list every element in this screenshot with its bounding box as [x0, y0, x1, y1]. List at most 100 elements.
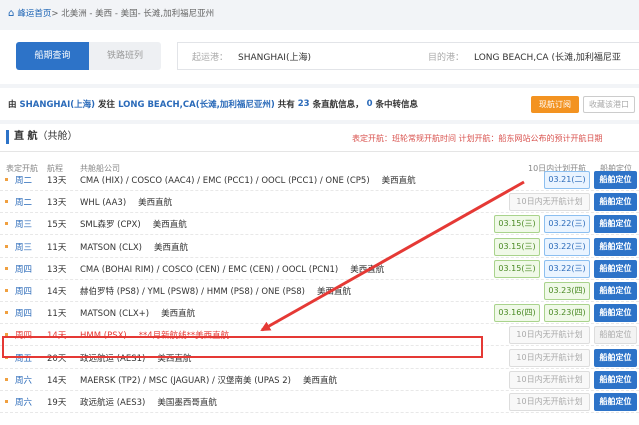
- row-duration: 19天: [47, 398, 67, 408]
- locate-ship-button[interactable]: 船舶定位: [594, 304, 637, 323]
- row-carrier-list: 政远航运 (AES1): [80, 353, 146, 364]
- table-row: 周四 11天 MATSON (CLX+) 美西直航 03.16(四) 03.23(四) 船舶…: [0, 302, 639, 325]
- row-route-tag: 美西直航: [157, 353, 192, 364]
- row-bullet-icon: [5, 289, 8, 292]
- section-title: 直 航（共舱）: [6, 130, 77, 144]
- summary-destination: LONG BEACH,CA(长滩,加利福尼亚州): [118, 100, 275, 110]
- row-bullet-icon: [5, 178, 8, 181]
- summary-text-4: 条直航信息，: [312, 100, 364, 110]
- breadcrumb-path: > 北美洲 - 美西 - 美国- 长滩,加利福尼亚州: [51, 9, 215, 19]
- row-day: 周二: [15, 198, 33, 209]
- row-plan-date[interactable]: 03.15(三): [494, 237, 540, 256]
- row-day: 周五: [15, 353, 33, 364]
- row-plan-date[interactable]: 03.22(三): [544, 237, 590, 256]
- direct-count: 23: [297, 99, 310, 109]
- row-plan-date[interactable]: 03.16(四): [494, 304, 540, 323]
- row-plan-date[interactable]: 03.15(三): [494, 259, 540, 278]
- row-carrier-list: MATSON (CLX+): [80, 309, 150, 320]
- row-carriers: MATSON (CLX) 美西直航: [80, 241, 188, 253]
- row-carriers: CMA (HIX) / COSCO (AAC4) / EMC (PCC1) / …: [80, 174, 416, 186]
- row-bullet-icon: [5, 200, 8, 204]
- port-selector[interactable]: 起运港： SHANGHAI(上海) 目的港： LONG BEACH,CA (长滩…: [177, 42, 639, 70]
- locate-ship-button[interactable]: 船舶定位: [594, 259, 637, 278]
- summary-text-3: 共有: [277, 100, 295, 110]
- row-no-plan-badge: 10日内无开航计划: [509, 193, 590, 212]
- row-bullet-icon: [5, 244, 8, 248]
- row-duration: 15天: [47, 220, 67, 231]
- row-duration: 13天: [47, 176, 67, 186]
- tab-schedule-query[interactable]: 船期查询: [16, 42, 89, 70]
- locate-ship-button[interactable]: 船舶定位: [594, 193, 637, 212]
- row-carriers: 政远航运 (AES3) 美国墨西哥直航: [80, 396, 217, 408]
- summary-origin: SHANGHAI(上海): [19, 100, 96, 110]
- row-bullet-icon: [5, 266, 8, 270]
- table-row: 周二 13天 CMA (HIX) / COSCO (AAC4) / EMC (PCC…: [0, 169, 639, 191]
- destination-value[interactable]: LONG BEACH,CA (长滩,加利福尼亚: [474, 50, 621, 63]
- row-no-plan-badge: 10日内无开航计划: [509, 370, 590, 389]
- row-plan-date[interactable]: 03.21(二): [544, 171, 590, 189]
- summary-text-1: 由: [8, 100, 17, 110]
- row-duration: 11天: [47, 309, 67, 320]
- locate-ship-button[interactable]: 船舶定位: [594, 393, 637, 411]
- row-no-plan-badge: 10日内无开航计划: [509, 393, 590, 411]
- home-icon: ⌂: [8, 7, 15, 19]
- row-duration: 14天: [47, 287, 67, 297]
- row-no-plan-badge: 10日内无开航计划: [509, 348, 590, 367]
- row-duration: 14天: [47, 375, 67, 386]
- section-title-text: 直 航: [14, 131, 38, 142]
- row-bullet-icon: [5, 400, 8, 403]
- row-carrier-list: HMM (PSX): [80, 331, 127, 342]
- row-plan-date[interactable]: 03.22(三): [544, 259, 590, 278]
- table-row: 周五 20天 政远航运 (AES1) 美西直航 10日内无开航计划 船舶定位: [0, 347, 639, 369]
- table-row: 周四 13天 CMA (BOHAI RIM) / COSCO (CEN) / EMC…: [0, 258, 639, 280]
- destination-label: 目的港：: [428, 52, 465, 63]
- section-note: 表定开航：班轮常规开航时间 计划开航：船东网站公布的预计开航日期: [352, 134, 603, 143]
- breadcrumb-home-link[interactable]: 峰运首页: [17, 7, 51, 19]
- row-day: 周三: [15, 242, 33, 253]
- tab-rail[interactable]: 铁路班列: [89, 42, 161, 70]
- summary-text-5: 条中转信息: [375, 100, 419, 110]
- row-route-tag: 美国墨西哥直航: [157, 398, 217, 408]
- row-day: 周四: [15, 309, 33, 320]
- row-carrier-list: 政远航运 (AES3): [80, 398, 146, 408]
- row-duration: 11天: [47, 242, 67, 253]
- row-route-tag: 美西直航: [161, 309, 196, 320]
- row-carriers: MAERSK (TP2) / MSC (JAGUAR) / 汉堡南美 (UPAS…: [80, 374, 337, 386]
- locate-ship-button[interactable]: 船舶定位: [594, 282, 637, 300]
- transfer-count: 0: [366, 99, 373, 109]
- row-plan-date[interactable]: 03.22(三): [544, 215, 590, 234]
- page: ⌂ 峰运首页 > 北美洲 - 美西 - 美国- 长滩,加利福尼亚州 船期查询 铁…: [0, 0, 639, 425]
- row-carriers: SML森罗 (CPX) 美西直航: [80, 218, 187, 230]
- row-route-tag: 美西直航: [317, 287, 352, 297]
- row-carriers: HMM (PSX) **4月新航线**美西直航: [80, 329, 229, 341]
- row-carrier-list: 赫伯罗特 (PS8) / YML (PSW8) / HMM (PS8) / ON…: [80, 287, 306, 297]
- locate-ship-button[interactable]: 船舶定位: [594, 348, 637, 367]
- row-day: 周二: [15, 176, 33, 186]
- row-route-tag: 美西直航: [303, 375, 338, 386]
- row-route-tag: 美西直航: [152, 220, 187, 231]
- table-row: 周三 15天 SML森罗 (CPX) 美西直航 03.15(三) 03.22(三) 船舶定位: [0, 213, 639, 236]
- row-carrier-list: WHL (AA3): [80, 198, 127, 209]
- row-plan-date[interactable]: 03.15(三): [494, 215, 540, 234]
- table-row: 周六 19天 政远航运 (AES3) 美国墨西哥直航 10日内无开航计划 船舶定位: [0, 391, 639, 413]
- table-row: 周四 14天 HMM (PSX) **4月新航线**美西直航 10日内无开航计划 船舶定位: [0, 324, 639, 347]
- table-row: 周三 11天 MATSON (CLX) 美西直航 03.15(三) 03.22(三) 船舶定…: [0, 236, 639, 258]
- locate-ship-button[interactable]: 船舶定位: [594, 171, 637, 189]
- direct-section: 直 航（共舱） 表定开航：班轮常规开航时间 计划开航：船东网站公布的预计开航日期…: [0, 124, 639, 425]
- favorite-port-button[interactable]: 收藏该港口: [583, 96, 635, 113]
- locate-ship-button[interactable]: 船舶定位: [594, 326, 637, 345]
- row-route-tag: **4月新航线**美西直航: [138, 331, 230, 342]
- search-panel: 船期查询 铁路班列 起运港： SHANGHAI(上海) 目的港： LONG BE…: [0, 30, 639, 84]
- locate-ship-button[interactable]: 船舶定位: [594, 237, 637, 256]
- row-day: 周四: [15, 331, 33, 342]
- row-carrier-list: SML森罗 (CPX): [80, 220, 141, 231]
- row-plan-date[interactable]: 03.23(四): [544, 282, 590, 300]
- section-header: 直 航（共舱） 表定开航：班轮常规开航时间 计划开航：船东网站公布的预计开航日期: [0, 124, 639, 152]
- row-carrier-list: MAERSK (TP2) / MSC (JAGUAR) / 汉堡南美 (UPAS…: [80, 375, 291, 386]
- subscribe-button[interactable]: 现航订阅: [531, 96, 579, 113]
- row-plan-date[interactable]: 03.23(四): [544, 304, 590, 323]
- origin-value[interactable]: SHANGHAI(上海): [238, 50, 428, 63]
- locate-ship-button[interactable]: 船舶定位: [594, 215, 637, 234]
- origin-label: 起运港：: [192, 52, 229, 63]
- locate-ship-button[interactable]: 船舶定位: [594, 370, 637, 389]
